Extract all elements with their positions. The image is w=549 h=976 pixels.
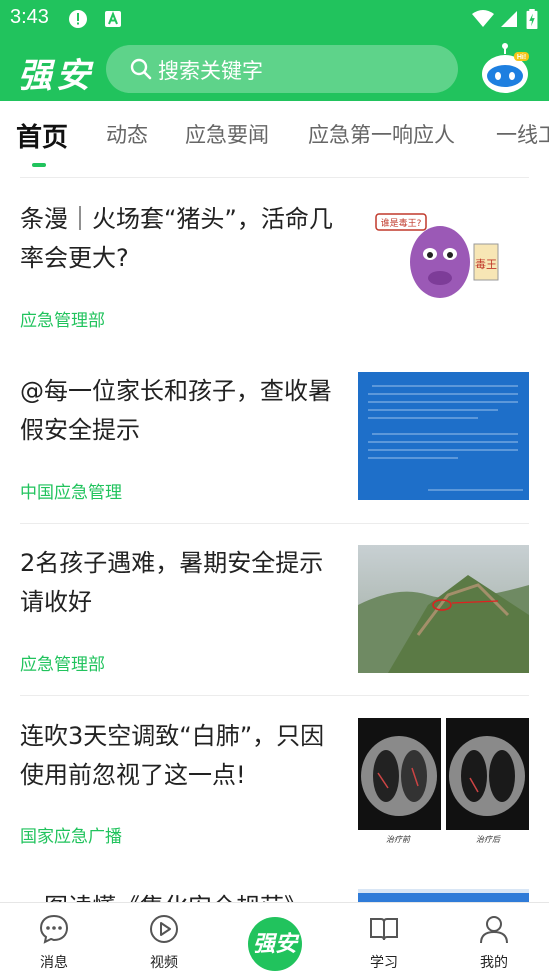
news-title: 一图读懂《集化安全规范》 [20, 888, 340, 902]
svg-text:Hi!: Hi! [517, 54, 526, 61]
nav-profile[interactable]: 我的 [454, 903, 534, 976]
news-item[interactable]: @每一位家长和孩子，查收暑假安全提示 中国应急管理 [0, 350, 549, 524]
news-item[interactable]: 连吹3天空调致“白肺”，只因使用前忽视了这一点! 国家应急广播 治疗前 治疗后 [0, 696, 549, 868]
news-source: 应急管理部 [20, 311, 105, 331]
news-source: 应急管理部 [20, 655, 105, 675]
bottom-navigation: 消息 视频 强安 学习 我的 [0, 902, 549, 976]
thumb-caption-after: 治疗后 [476, 835, 501, 844]
news-title: 连吹3天空调致“白肺”，只因使用前忽视了这一点! [20, 722, 325, 789]
search-placeholder: 搜索关键字 [158, 59, 263, 83]
person-icon [480, 916, 508, 944]
search-bar[interactable]: 搜索关键字 [106, 45, 458, 93]
robot-icon[interactable]: Hi! [478, 42, 532, 96]
alert-icon [69, 10, 87, 28]
wifi-icon [472, 10, 494, 27]
nav-label: 学习 [370, 955, 398, 971]
nav-label: 消息 [40, 955, 68, 971]
app-header: 强安 搜索关键字 Hi! [0, 36, 549, 101]
book-icon [370, 918, 398, 941]
news-item[interactable]: 一图读懂《集化安全规范》 [0, 868, 549, 902]
status-bar: 3:43 [0, 0, 549, 36]
news-title: 条漫｜火场套“猪头”，活命几率会更大? [20, 205, 333, 272]
play-icon [150, 915, 178, 943]
thumb-caption-before: 治疗前 [386, 835, 411, 844]
nav-label: 视频 [150, 955, 178, 971]
message-icon [39, 914, 69, 944]
news-item[interactable]: 条漫｜火场套“猪头”，活命几率会更大? 应急管理部 谁是毒王? 毒王 [0, 178, 549, 350]
news-title: 2名孩子遇难，暑期安全提示请收好 [20, 549, 324, 616]
thumb-caption: 谁是毒王? [381, 217, 422, 229]
category-tabs: 首页 动态 应急要闻 应急第一响应人 一线工 [0, 101, 549, 177]
search-icon [130, 58, 152, 80]
tab-news[interactable]: 动态 [106, 119, 148, 149]
news-thumbnail [358, 372, 529, 500]
tab-home[interactable]: 首页 [16, 117, 68, 154]
nav-study[interactable]: 学习 [344, 903, 424, 976]
nav-messages[interactable]: 消息 [14, 903, 94, 976]
news-title: @每一位家长和孩子，查收暑假安全提示 [20, 377, 332, 444]
nav-home-logo[interactable]: 强安 [248, 917, 302, 971]
nav-video[interactable]: 视频 [124, 903, 204, 976]
tab-frontline[interactable]: 一线工 [496, 119, 549, 149]
top-bar: 3:43 强安 搜索关键字 Hi! [0, 0, 549, 101]
news-item[interactable]: 2名孩子遇难，暑期安全提示请收好 应急管理部 [0, 524, 549, 696]
news-thumbnail [358, 545, 529, 673]
tab-first-responder[interactable]: 应急第一响应人 [308, 119, 455, 149]
news-thumbnail [358, 889, 529, 902]
app-a-icon [105, 11, 121, 27]
news-source: 国家应急广播 [20, 827, 122, 847]
news-thumbnail: 治疗前 治疗后 [358, 718, 529, 846]
status-time: 3:43 [10, 6, 49, 28]
nav-label: 我的 [480, 955, 508, 971]
tab-emergency-news[interactable]: 应急要闻 [185, 119, 269, 149]
news-source: 中国应急管理 [20, 483, 122, 503]
signal-icon [501, 11, 517, 27]
battery-icon [526, 9, 538, 29]
active-tab-indicator [32, 163, 46, 167]
thumb-sign: 毒王 [475, 258, 497, 271]
app-logo: 强安 [18, 56, 94, 96]
news-thumbnail: 谁是毒王? 毒王 [370, 206, 506, 310]
